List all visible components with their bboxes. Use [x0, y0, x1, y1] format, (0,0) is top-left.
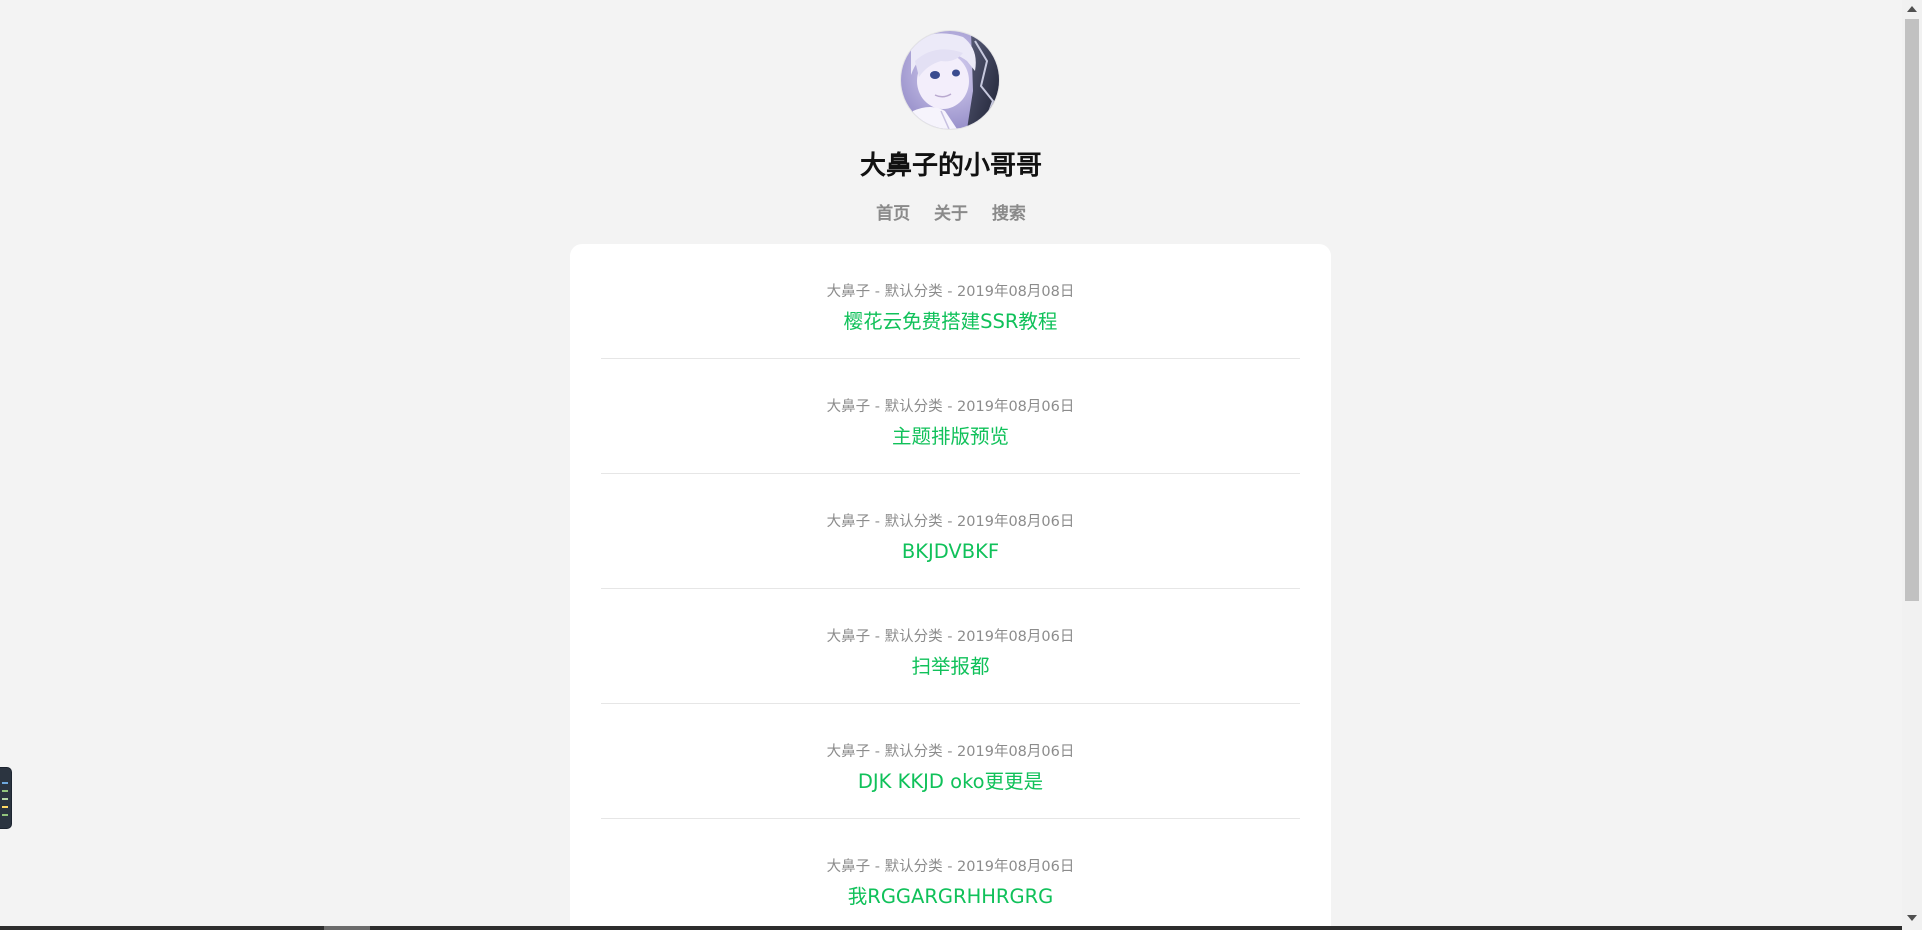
avatar-image: [901, 31, 999, 129]
nav-home-link[interactable]: 首页: [876, 202, 910, 226]
post-item: 大鼻子 - 默认分类 - 2019年08月06日 主题排版预览: [601, 358, 1300, 473]
widget-bar: [2, 814, 8, 816]
page: 大鼻子的小哥哥 首页 关于 搜索 大鼻子 - 默认分类 - 2019年08月08…: [0, 0, 1902, 926]
post-meta: 大鼻子 - 默认分类 - 2019年08月06日: [826, 514, 1075, 530]
post-item: 大鼻子 - 默认分类 - 2019年08月06日 DJK KKJD oko更更是: [601, 703, 1300, 818]
post-item: 大鼻子 - 默认分类 - 2019年08月06日 我RGGARGRHHRGRG: [601, 818, 1300, 926]
nav-search-link[interactable]: 搜索: [992, 202, 1026, 226]
scroll-down-arrow-icon[interactable]: [1907, 915, 1917, 921]
site-title[interactable]: 大鼻子的小哥哥: [0, 148, 1902, 184]
vertical-scrollbar[interactable]: [1902, 0, 1922, 930]
post-list: 大鼻子 - 默认分类 - 2019年08月08日 樱花云免费搭建SSR教程 大鼻…: [570, 244, 1331, 926]
widget-bar: [2, 790, 8, 792]
post-title-link[interactable]: 主题排版预览: [601, 422, 1300, 452]
scrollbar-thumb[interactable]: [1905, 19, 1919, 601]
nav-about-link[interactable]: 关于: [934, 202, 968, 226]
post-title-link[interactable]: 我RGGARGRHHRGRG: [601, 882, 1300, 912]
horizontal-scrollbar-thumb[interactable]: [324, 926, 370, 930]
scroll-up-arrow-icon[interactable]: [1907, 6, 1917, 12]
post-item: 大鼻子 - 默认分类 - 2019年08月06日 扫举报都: [601, 588, 1300, 703]
post-meta: 大鼻子 - 默认分类 - 2019年08月08日: [826, 284, 1075, 300]
avatar[interactable]: [901, 31, 999, 129]
post-item: 大鼻子 - 默认分类 - 2019年08月08日 樱花云免费搭建SSR教程: [601, 244, 1300, 358]
post-meta: 大鼻子 - 默认分类 - 2019年08月06日: [826, 629, 1075, 645]
post-meta: 大鼻子 - 默认分类 - 2019年08月06日: [826, 399, 1075, 415]
widget-bar: [2, 798, 8, 800]
post-item: 大鼻子 - 默认分类 - 2019年08月06日 BKJDVBKF: [601, 473, 1300, 588]
post-title-link[interactable]: BKJDVBKF: [601, 537, 1300, 567]
side-widget[interactable]: [0, 768, 11, 828]
widget-bar: [2, 782, 8, 784]
post-title-link[interactable]: DJK KKJD oko更更是: [601, 767, 1300, 797]
post-meta: 大鼻子 - 默认分类 - 2019年08月06日: [826, 859, 1075, 875]
main-nav: 首页 关于 搜索: [0, 202, 1902, 226]
post-meta: 大鼻子 - 默认分类 - 2019年08月06日: [826, 744, 1075, 760]
post-title-link[interactable]: 扫举报都: [601, 652, 1300, 682]
horizontal-scrollbar[interactable]: [0, 926, 1902, 930]
widget-bar: [2, 806, 8, 808]
post-title-link[interactable]: 樱花云免费搭建SSR教程: [601, 307, 1300, 337]
